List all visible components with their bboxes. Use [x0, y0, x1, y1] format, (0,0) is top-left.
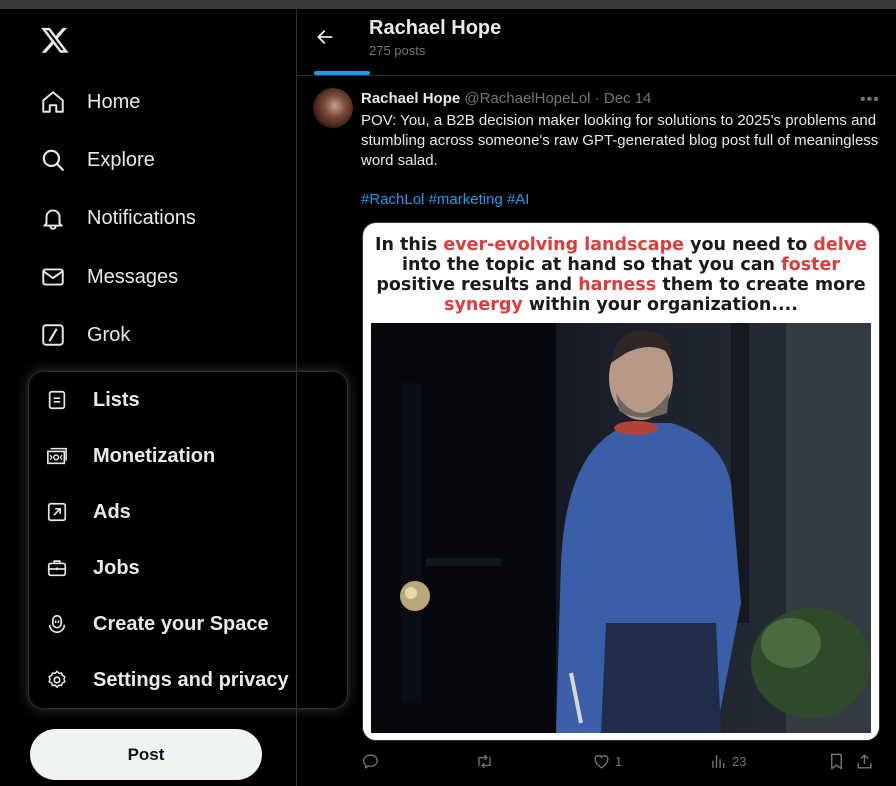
list-icon: [48, 390, 66, 410]
hashtag-link[interactable]: #AI: [507, 191, 530, 208]
caption-text: you need to: [683, 235, 814, 255]
sidebar-item-label: Notifications: [87, 206, 196, 229]
sidebar-item-notifications[interactable]: Notifications: [40, 198, 196, 238]
home-icon: [42, 91, 64, 113]
envelope-icon: [42, 268, 64, 286]
repost-button[interactable]: [475, 752, 498, 771]
author-name[interactable]: Rachael Hope: [361, 90, 460, 107]
window-top-strip: [0, 0, 896, 9]
post-button[interactable]: Post: [30, 729, 262, 780]
media-photo: [371, 323, 871, 733]
repost-icon: [478, 754, 491, 769]
search-icon: [42, 149, 64, 171]
caption-text: within your organization....: [522, 295, 798, 315]
menu-item-label: Lists: [93, 388, 140, 411]
separator: ·: [594, 90, 600, 107]
x-logo-icon[interactable]: [40, 25, 70, 55]
caption-text: In this: [374, 235, 444, 255]
views-button[interactable]: 23: [709, 752, 746, 771]
menu-item-label: Jobs: [93, 556, 140, 579]
avatar[interactable]: [313, 88, 353, 128]
sidebar-item-label: Home: [87, 90, 141, 113]
sidebar-item-label: Messages: [87, 265, 179, 288]
post-count: 275 posts: [369, 43, 426, 58]
tweet-text: POV: You, a B2B decision maker looking f…: [361, 112, 879, 169]
back-arrow-icon[interactable]: [315, 27, 335, 47]
active-tab-indicator: [314, 71, 370, 75]
caption-highlight: ever-evolving landscape: [443, 235, 684, 255]
spaces-icon: [48, 614, 66, 634]
views-count: 23: [732, 754, 747, 769]
sidebar-item-grok[interactable]: Grok: [40, 315, 130, 355]
menu-item-label: Ads: [93, 500, 131, 523]
menu-item-label: Settings and privacy: [93, 668, 289, 691]
briefcase-icon: [47, 560, 67, 577]
reply-icon: [363, 754, 378, 770]
sidebar-item-home[interactable]: Home: [40, 82, 140, 122]
caption-highlight: foster: [781, 255, 840, 275]
sidebar-item-messages[interactable]: Messages: [40, 257, 178, 297]
caption-highlight: harness: [578, 275, 657, 295]
media-caption: In this ever-evolving landscape you need…: [363, 235, 879, 315]
gear-icon: [48, 670, 66, 688]
hashtags: #RachLol #marketing #AI: [361, 191, 529, 208]
more-options-icon[interactable]: •••: [860, 91, 880, 109]
grok-icon: [42, 324, 64, 346]
share-button[interactable]: [855, 752, 874, 771]
profile-header: Rachael Hope 275 posts: [297, 9, 896, 76]
sidebar-item-label: Grok: [87, 323, 131, 346]
caption-highlight: synergy: [444, 295, 523, 315]
main-column: Rachael Hope 275 posts Rachael Hope @Rac…: [297, 9, 896, 786]
like-button[interactable]: 1: [592, 752, 622, 771]
tweet-media[interactable]: In this ever-evolving landscape you need…: [362, 222, 880, 741]
photo-illustration: [371, 323, 871, 733]
share-icon: [857, 754, 872, 769]
tweet-actions: 1 23: [361, 752, 881, 776]
sidebar-item-explore[interactable]: Explore: [40, 140, 155, 180]
money-icon: [47, 447, 67, 465]
caption-text: them to create more: [656, 275, 866, 295]
hashtag-link[interactable]: #marketing: [429, 191, 503, 208]
caption-text: positive results and: [376, 275, 579, 295]
menu-item-label: Create your Space: [93, 612, 269, 635]
tweet-date[interactable]: Dec 14: [604, 90, 652, 107]
bell-icon: [43, 209, 63, 230]
ads-icon: [47, 502, 67, 522]
profile-name: Rachael Hope: [369, 17, 502, 39]
menu-item-label: Monetization: [93, 444, 216, 467]
like-count: 1: [615, 754, 623, 769]
bookmark-icon: [831, 753, 842, 770]
bookmark-button[interactable]: [827, 752, 846, 771]
caption-text: into the topic at hand so that you can: [402, 255, 782, 275]
caption-highlight: delve: [813, 235, 868, 255]
author-handle[interactable]: @RachaelHopeLol: [464, 90, 590, 107]
sidebar-item-label: Explore: [87, 148, 155, 171]
heart-icon: [594, 755, 609, 769]
reply-button[interactable]: [361, 752, 384, 771]
hashtag-link[interactable]: #RachLol: [361, 191, 424, 208]
tweet-header: Rachael Hope @RachaelHopeLol · Dec 14: [361, 90, 651, 107]
views-icon: [712, 755, 725, 768]
